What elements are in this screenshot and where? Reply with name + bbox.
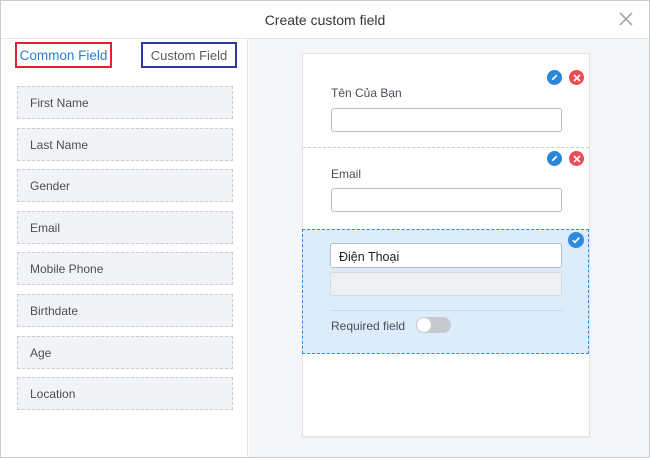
email-input[interactable]	[331, 188, 562, 212]
field-item-gender[interactable]: Gender	[17, 169, 233, 202]
form-field-name[interactable]: Tên Của Bạn	[303, 62, 589, 148]
edit-icon[interactable]	[547, 70, 562, 85]
delete-icon[interactable]	[569, 70, 584, 85]
field-item-location[interactable]: Location	[17, 377, 233, 410]
field-label: Tên Của Bạn	[331, 86, 402, 100]
field-label-input[interactable]: Điện Thoại	[330, 243, 562, 268]
phone-input-preview	[330, 272, 562, 296]
form-field-email[interactable]: Email	[303, 148, 589, 228]
field-library-panel: Common Field Custom Field First Name Las…	[1, 39, 248, 457]
field-item-age[interactable]: Age	[17, 336, 233, 369]
field-item-mobile-phone[interactable]: Mobile Phone	[17, 252, 233, 285]
field-item-email[interactable]: Email	[17, 211, 233, 244]
delete-icon[interactable]	[569, 151, 584, 166]
close-icon[interactable]	[617, 10, 635, 28]
field-label: Email	[331, 167, 362, 181]
required-field-toggle[interactable]	[416, 317, 451, 333]
edit-icon[interactable]	[547, 151, 562, 166]
tab-common-field[interactable]: Common Field	[15, 42, 112, 68]
form-field-phone-selected[interactable]: Điện Thoại Required field	[302, 229, 589, 354]
dialog-header: Create custom field	[1, 1, 649, 39]
required-field-label: Required field	[331, 319, 406, 333]
field-item-birthdate[interactable]: Birthdate	[17, 294, 233, 327]
check-icon[interactable]	[568, 232, 584, 248]
dialog-title: Create custom field	[264, 12, 386, 28]
field-item-last-name[interactable]: Last Name	[17, 128, 233, 161]
tab-custom-field[interactable]: Custom Field	[141, 42, 237, 68]
name-input[interactable]	[331, 108, 562, 132]
field-item-first-name[interactable]: First Name	[17, 86, 233, 119]
toggle-knob	[417, 318, 431, 332]
divider	[331, 310, 563, 311]
